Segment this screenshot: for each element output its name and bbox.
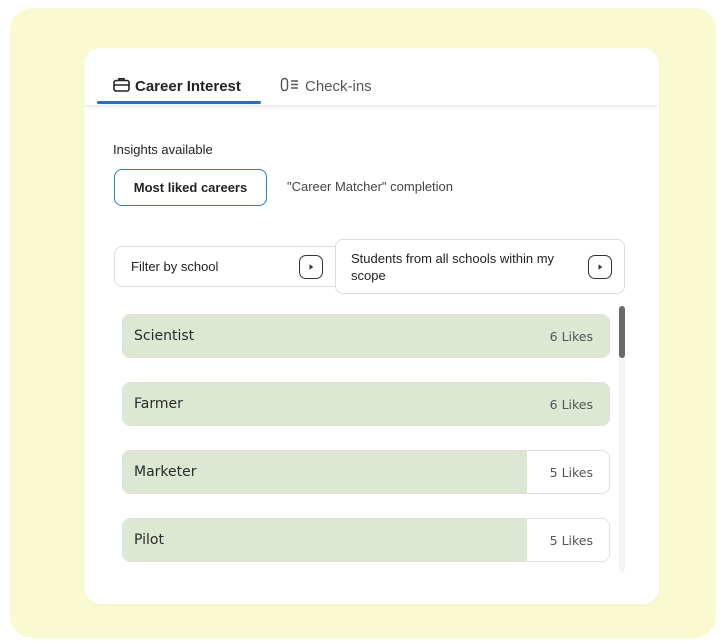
- list-item[interactable]: Pilot 5 Likes: [122, 518, 610, 562]
- filter-label: Filter by school: [131, 259, 219, 274]
- career-name: Pilot: [134, 532, 164, 548]
- tab-career-interest[interactable]: Career Interest: [113, 74, 241, 98]
- likes-count: 5 Likes: [549, 465, 593, 480]
- filter-expand-button[interactable]: [299, 255, 323, 279]
- likes-bar-fill: [123, 519, 527, 561]
- active-tab-indicator: [97, 101, 261, 104]
- tab-bar: Career Interest Check-ins: [84, 48, 659, 106]
- likes-bar-fill: [123, 315, 609, 357]
- career-name: Farmer: [134, 396, 183, 412]
- play-icon: [306, 262, 316, 272]
- insights-label: Insights available: [113, 142, 213, 157]
- checklist-icon: [280, 77, 305, 96]
- scope-label: Students from all schools within my scop…: [351, 251, 555, 283]
- tab-check-ins-label: Check-ins: [305, 77, 372, 95]
- career-name: Scientist: [134, 328, 195, 344]
- play-icon: [595, 262, 605, 272]
- most-liked-careers-chip[interactable]: Most liked careers: [114, 169, 267, 206]
- likes-count: 6 Likes: [549, 329, 593, 344]
- career-matcher-completion-chip[interactable]: "Career Matcher" completion: [287, 179, 453, 194]
- career-name: Marketer: [134, 464, 197, 480]
- list-item[interactable]: Farmer 6 Likes: [122, 382, 610, 426]
- list-item[interactable]: Scientist 6 Likes: [122, 314, 610, 358]
- insights-card: Career Interest Check-ins Insights avail…: [84, 48, 659, 604]
- tab-career-interest-label: Career Interest: [135, 77, 241, 95]
- scrollbar-thumb[interactable]: [619, 306, 625, 358]
- list-item[interactable]: Marketer 5 Likes: [122, 450, 610, 494]
- filter-by-school[interactable]: Filter by school: [114, 246, 336, 287]
- career-likes-list: Scientist 6 Likes Farmer 6 Likes Markete…: [122, 314, 610, 570]
- briefcase-icon: [113, 77, 135, 96]
- likes-bar-fill: [123, 383, 609, 425]
- likes-count: 6 Likes: [549, 397, 593, 412]
- scope-expand-button[interactable]: [588, 255, 612, 279]
- likes-count: 5 Likes: [549, 533, 593, 548]
- school-scope-selector[interactable]: Students from all schools within my scop…: [335, 239, 625, 294]
- tab-check-ins[interactable]: Check-ins: [280, 74, 372, 98]
